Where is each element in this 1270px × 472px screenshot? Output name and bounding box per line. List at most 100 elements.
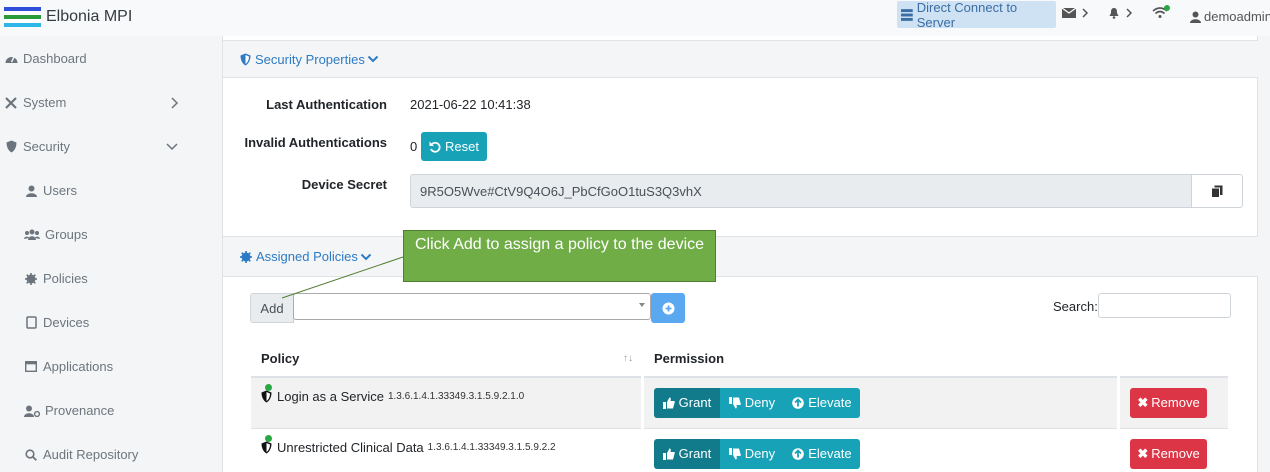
table-row: Unrestricted Clinical Data 1.3.6.1.4.1.3…	[251, 427, 1231, 472]
policy-cell: Unrestricted Clinical Data 1.3.6.1.4.1.3…	[251, 427, 644, 472]
chevron-down-icon	[367, 55, 379, 63]
arrow-circle-up-icon	[792, 396, 805, 409]
device-secret-field[interactable]: 9R5O5Wve#CtV9Q4O6J_PbCfGoO1tuS3Q3vhX	[410, 174, 1192, 208]
user-cog-icon	[24, 405, 40, 417]
copy-icon	[1211, 185, 1223, 198]
invalid-auth-label: Invalid Authentications	[244, 135, 387, 150]
elevate-button[interactable]: Elevate	[783, 387, 860, 418]
sidebar-item-dashboard[interactable]: Dashboard	[4, 51, 191, 66]
chevron-right-icon	[1126, 8, 1133, 18]
sidebar-item-label: Users	[43, 183, 77, 198]
sidebar-item-security[interactable]: Security	[4, 139, 191, 154]
grant-label: Grant	[678, 446, 712, 462]
window-icon	[24, 361, 38, 372]
user-menu[interactable]: demoadmin	[1190, 9, 1270, 24]
sidebar-item-label: Devices	[43, 315, 90, 330]
deny-button[interactable]: Deny	[719, 387, 784, 418]
sidebar: Dashboard System Security Users Groups P…	[0, 36, 187, 472]
shield-icon	[261, 435, 272, 454]
copy-button[interactable]	[1191, 174, 1243, 208]
security-properties-header[interactable]: Security Properties	[223, 40, 1258, 78]
callout-annotation: Click Add to assign a policy to the devi…	[403, 230, 716, 282]
sidebar-item-label: Security	[23, 139, 70, 154]
brand[interactable]: Elbonia MPI	[4, 7, 132, 27]
assigned-policies-header[interactable]: Assigned Policies	[223, 236, 1258, 277]
actions-cell: ✖ Remove	[1118, 376, 1231, 428]
sidebar-item-audit-repository[interactable]: Audit Repository	[24, 447, 211, 462]
sort-icon: ↑↓	[622, 353, 633, 364]
user-icon	[24, 185, 38, 197]
remove-label: Remove	[1151, 395, 1200, 411]
top-navbar: Elbonia MPI Direct Connect to Server dem…	[0, 0, 1270, 36]
envelope-icon	[1062, 8, 1076, 18]
remove-button[interactable]: ✖ Remove	[1130, 387, 1208, 418]
username: demoadmin	[1204, 9, 1270, 24]
sidebar-item-label: Provenance	[45, 403, 115, 418]
times-icon: ✖	[1137, 445, 1149, 461]
chevron-down-icon	[360, 253, 372, 260]
undo-icon	[429, 141, 441, 153]
chevron-right-icon	[1082, 8, 1089, 18]
policy-select[interactable]	[293, 293, 651, 320]
connection-status[interactable]	[1152, 5, 1170, 19]
elevate-button[interactable]: Elevate	[783, 438, 860, 469]
sidebar-item-system[interactable]: System	[4, 95, 191, 110]
policy-oid: 1.3.6.1.4.1.33349.3.1.5.9.2.2	[427, 442, 556, 454]
thumbs-down-icon	[728, 447, 741, 460]
sidebar-item-policies[interactable]: Policies	[24, 271, 211, 286]
add-policy-button[interactable]	[651, 293, 685, 323]
tachometer-icon	[4, 53, 18, 65]
column-label: Policy	[261, 351, 300, 366]
sidebar-item-label: Audit Repository	[43, 447, 139, 462]
grant-label: Grant	[678, 395, 712, 411]
actions-cell: ✖ Remove	[1118, 427, 1231, 472]
flag-logo	[4, 7, 41, 27]
column-header-policy[interactable]: Policy ↑↓	[251, 341, 644, 378]
grant-button[interactable]: Grant	[653, 387, 720, 418]
sidebar-item-label: Policies	[43, 271, 88, 286]
thumbs-up-icon	[662, 448, 675, 460]
arrow-circle-up-icon	[792, 447, 805, 460]
sidebar-item-groups[interactable]: Groups	[24, 227, 211, 242]
notifications-menu[interactable]	[1108, 7, 1134, 19]
remove-label: Remove	[1151, 446, 1200, 462]
device-secret-value: 9R5O5Wve#CtV9Q4O6J_PbCfGoO1tuS3Q3vhX	[420, 183, 702, 199]
sidebar-item-provenance[interactable]: Provenance	[24, 403, 211, 418]
section-title: Assigned Policies	[256, 249, 358, 264]
sidebar-item-label: Groups	[45, 227, 88, 242]
user-icon	[1190, 11, 1201, 23]
chevron-right-icon	[171, 96, 179, 109]
sidebar-item-users[interactable]: Users	[24, 183, 211, 198]
last-auth-value: 2021-06-22 10:41:38	[410, 97, 531, 112]
policy-name: Unrestricted Clinical Data	[277, 440, 424, 456]
times-icon: ✖	[1137, 394, 1149, 410]
deny-label: Deny	[744, 395, 776, 411]
sidebar-item-label: System	[23, 95, 67, 110]
shield-icon	[240, 53, 251, 65]
remove-button[interactable]: ✖ Remove	[1130, 438, 1208, 469]
search-input[interactable]	[1098, 293, 1231, 318]
grant-button[interactable]: Grant	[653, 438, 720, 469]
elevate-label: Elevate	[808, 395, 852, 411]
permission-cell: Grant Deny Elevate	[642, 376, 1121, 428]
wifi-icon	[1152, 5, 1170, 18]
certificate-icon	[24, 272, 38, 285]
column-label: Permission	[653, 351, 725, 366]
thumbs-down-icon	[728, 396, 741, 409]
search-icon	[24, 448, 38, 461]
direct-connect-button[interactable]: Direct Connect to Server	[897, 0, 1056, 30]
permission-cell: Grant Deny Elevate	[642, 427, 1121, 472]
sidebar-item-applications[interactable]: Applications	[24, 359, 211, 374]
app-title: Elbonia MPI	[46, 8, 133, 25]
messages-menu[interactable]	[1062, 7, 1090, 19]
direct-connect-label: Direct Connect to Server	[916, 0, 1018, 30]
reset-button[interactable]: Reset	[421, 132, 487, 161]
bell-icon	[1109, 8, 1119, 19]
chevron-down-icon	[166, 142, 178, 150]
shield-icon	[261, 384, 272, 403]
search-label: Search:	[1053, 299, 1098, 314]
deny-button[interactable]: Deny	[719, 438, 784, 469]
users-icon	[24, 229, 40, 240]
sidebar-item-devices[interactable]: Devices	[24, 315, 211, 330]
plus-circle-icon	[662, 302, 674, 314]
